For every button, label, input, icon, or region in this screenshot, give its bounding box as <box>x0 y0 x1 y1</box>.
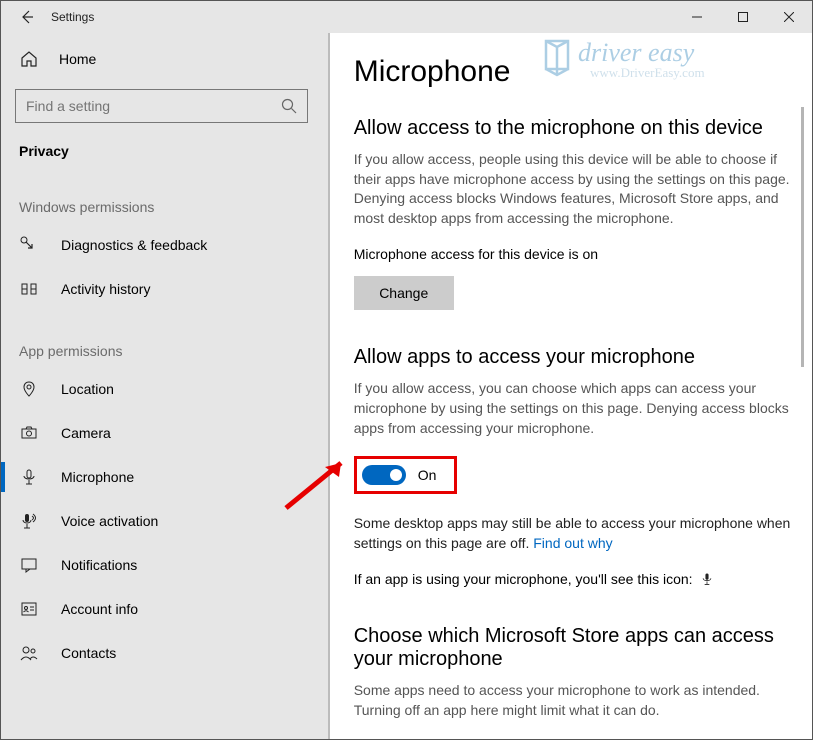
main-scrollbar[interactable] <box>801 107 804 367</box>
sidebar-item-notifications[interactable]: Notifications <box>1 543 330 587</box>
group-app-permissions: App permissions <box>1 311 330 367</box>
camera-icon <box>19 424 39 442</box>
microphone-icon <box>19 468 39 486</box>
sidebar-item-label: Microphone <box>61 469 134 485</box>
sidebar-home[interactable]: Home <box>1 37 330 81</box>
page-title: Microphone <box>354 55 792 89</box>
close-button[interactable] <box>766 1 812 33</box>
sidebar-item-label: Notifications <box>61 557 137 573</box>
window-title: Settings <box>51 10 94 24</box>
sidebar-item-activity[interactable]: Activity history <box>1 267 330 311</box>
desktop-apps-note: Some desktop apps may still be able to a… <box>354 514 792 553</box>
current-page: Privacy <box>1 131 330 167</box>
group-windows-permissions: Windows permissions <box>1 167 330 223</box>
search-field[interactable] <box>26 98 281 114</box>
section-device-access-title: Allow access to the microphone on this d… <box>354 117 792 140</box>
sidebar-item-label: Location <box>61 381 114 397</box>
sidebar-item-contacts[interactable]: Contacts <box>1 631 330 675</box>
sidebar: Home Privacy Windows permissions Diagnos… <box>1 33 330 739</box>
toggle-knob <box>390 469 402 481</box>
maximize-button[interactable] <box>720 1 766 33</box>
titlebar: Settings <box>1 1 812 33</box>
section-store-apps-desc: Some apps need to access your microphone… <box>354 681 792 720</box>
find-out-why-link[interactable]: Find out why <box>533 535 612 551</box>
highlight-box: On <box>354 456 458 494</box>
settings-window: Settings Home <box>0 0 813 740</box>
diagnostics-icon <box>19 236 39 254</box>
microphone-indicator-icon <box>700 572 714 589</box>
device-access-status: Microphone access for this device is on <box>354 246 792 262</box>
section-device-access-desc: If you allow access, people using this d… <box>354 150 792 228</box>
sidebar-item-label: Voice activation <box>61 513 158 529</box>
mic-usage-text: If an app is using your microphone, you'… <box>354 571 693 587</box>
location-icon <box>19 380 39 398</box>
account-info-icon <box>19 600 39 618</box>
sidebar-item-camera[interactable]: Camera <box>1 411 330 455</box>
section-app-access-desc: If you allow access, you can choose whic… <box>354 379 792 438</box>
sidebar-item-microphone[interactable]: Microphone <box>1 455 330 499</box>
sidebar-item-voice-activation[interactable]: Voice activation <box>1 499 330 543</box>
section-store-apps-title: Choose which Microsoft Store apps can ac… <box>354 625 792 671</box>
minimize-button[interactable] <box>674 1 720 33</box>
toggle-label: On <box>418 467 437 483</box>
sidebar-item-account-info[interactable]: Account info <box>1 587 330 631</box>
sidebar-item-label: Diagnostics & feedback <box>61 237 207 253</box>
notifications-icon <box>19 556 39 574</box>
sidebar-item-label: Account info <box>61 601 138 617</box>
home-icon <box>19 50 39 68</box>
sidebar-item-label: Activity history <box>61 281 150 297</box>
back-button[interactable] <box>15 5 39 29</box>
sidebar-item-label: Camera <box>61 425 111 441</box>
contacts-icon <box>19 644 39 662</box>
voice-activation-icon <box>19 512 39 530</box>
search-icon <box>281 98 297 114</box>
change-button[interactable]: Change <box>354 276 454 310</box>
sidebar-home-label: Home <box>59 51 96 67</box>
activity-history-icon <box>19 280 39 298</box>
search-input[interactable] <box>15 89 308 123</box>
app-access-toggle[interactable] <box>362 465 406 485</box>
main-content: Microphone Allow access to the microphon… <box>330 33 812 739</box>
window-controls <box>674 1 812 33</box>
sidebar-item-label: Contacts <box>61 645 116 661</box>
app-access-toggle-row: On <box>354 456 792 494</box>
sidebar-item-diagnostics[interactable]: Diagnostics & feedback <box>1 223 330 267</box>
sidebar-item-location[interactable]: Location <box>1 367 330 411</box>
mic-usage-icon-line: If an app is using your microphone, you'… <box>354 571 792 589</box>
section-app-access-title: Allow apps to access your microphone <box>354 346 792 369</box>
